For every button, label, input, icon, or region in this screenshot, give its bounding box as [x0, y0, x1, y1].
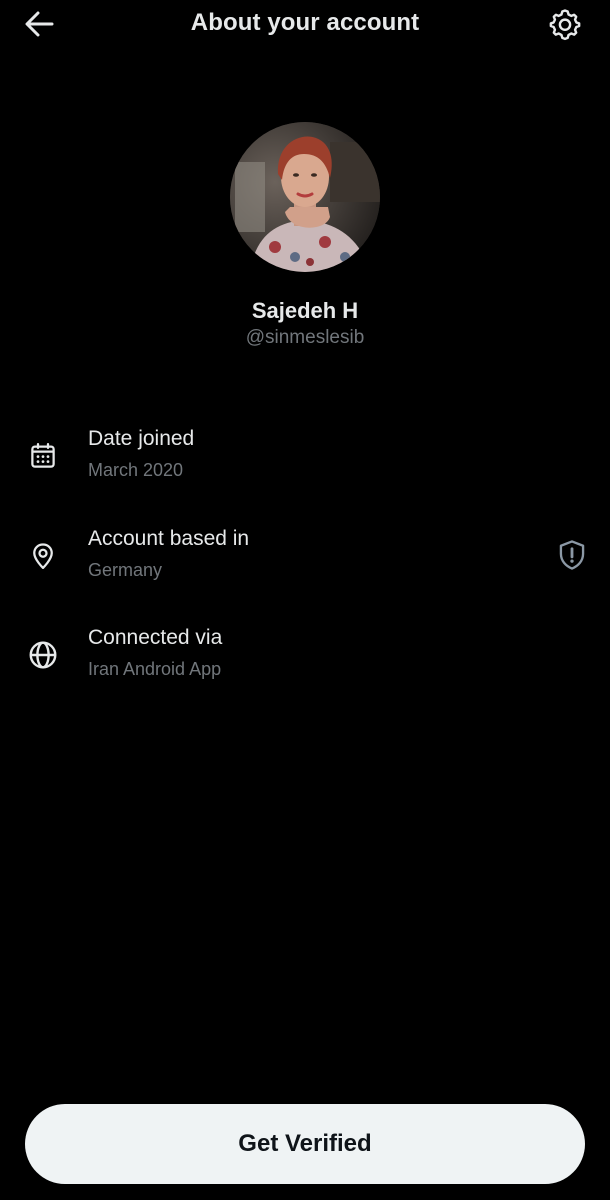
- display-name: Sajedeh H: [251, 298, 359, 323]
- get-verified-button[interactable]: Get Verified: [25, 1104, 585, 1184]
- username-handle: @sinmeslesib: [245, 327, 365, 348]
- info-text: Account based in Germany: [88, 524, 249, 583]
- shield-alert-icon[interactable]: [556, 538, 588, 572]
- info-row-date-joined: Date joined March 2020: [0, 424, 610, 494]
- globe-icon: [27, 639, 59, 671]
- page-title: About your account: [190, 9, 420, 36]
- info-value: March 2020: [88, 460, 184, 480]
- gear-icon: [549, 9, 581, 41]
- info-label: Date joined: [88, 427, 195, 450]
- info-value: Iran Android App: [88, 659, 222, 679]
- avatar-photo: [230, 122, 380, 272]
- info-label: Account based in: [88, 527, 250, 550]
- info-row-connected-via: Connected via Iran Android App: [0, 623, 610, 693]
- top-bar: About your account: [0, 0, 610, 50]
- settings-button[interactable]: [542, 6, 582, 42]
- location-pin-icon: [27, 540, 59, 572]
- avatar[interactable]: [230, 122, 380, 272]
- info-text: Date joined March 2020: [88, 424, 194, 483]
- info-row-account-based-in: Account based in Germany: [0, 524, 610, 594]
- profile-summary: Sajedeh H @sinmeslesib: [0, 122, 610, 350]
- info-text: Connected via Iran Android App: [88, 623, 222, 682]
- info-value: Germany: [88, 560, 163, 580]
- info-label: Connected via: [88, 626, 223, 649]
- calendar-icon: [27, 440, 59, 472]
